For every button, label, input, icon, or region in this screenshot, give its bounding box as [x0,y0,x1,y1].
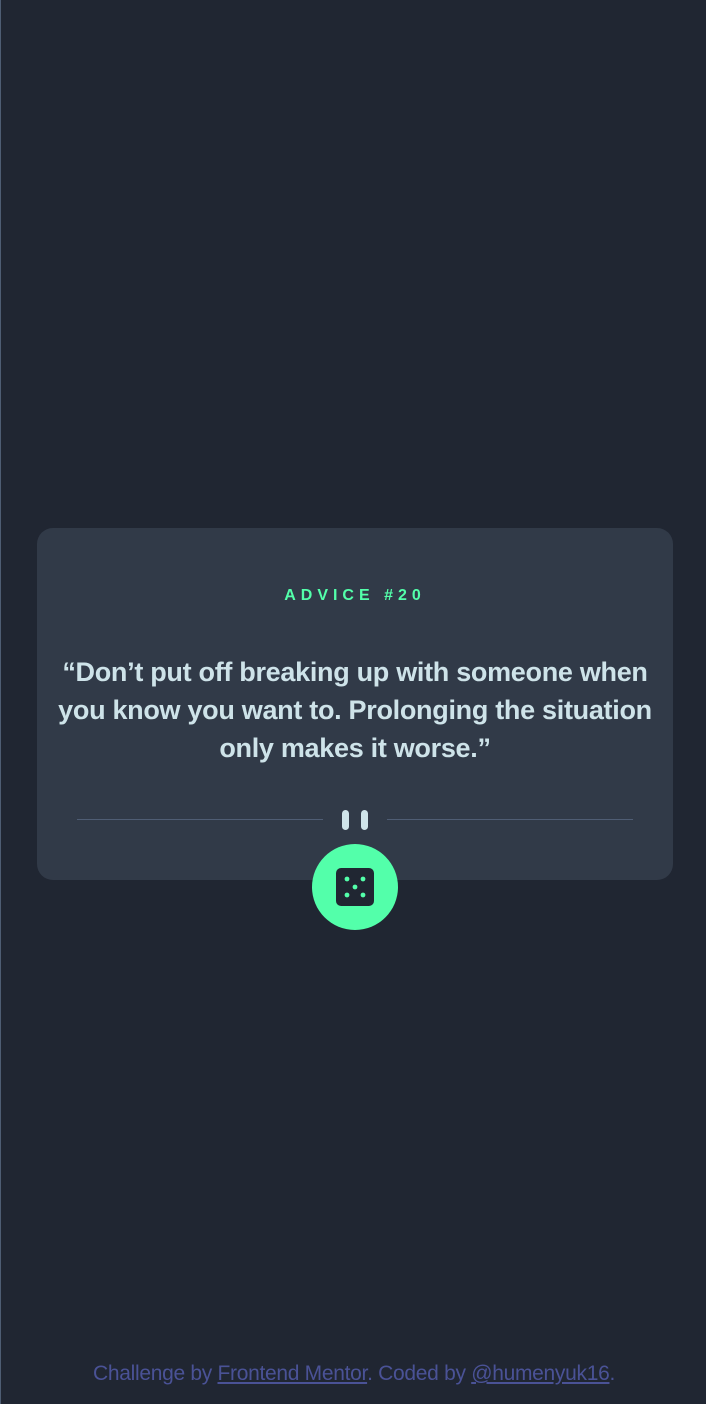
attribution-footer: Challenge by Frontend Mentor. Coded by @… [1,1360,706,1388]
pause-icon [342,810,368,830]
footer-prefix: Challenge by [92,1362,218,1385]
footer-middle: . Coded by [367,1362,472,1385]
divider [77,804,633,836]
advice-id: ADVICE #20 [284,587,426,604]
divider-line-left [77,819,323,820]
page: ADVICE #20 “Don’t put off breaking up wi… [0,0,706,1404]
generate-advice-button[interactable] [312,844,398,930]
dice-icon [336,868,374,906]
advice-quote: “Don’t put off breaking up with someone … [58,657,652,763]
divider-line-right [387,819,633,820]
footer-suffix: . [609,1362,616,1385]
frontend-mentor-link[interactable]: Frontend Mentor [218,1362,368,1385]
author-link[interactable]: @humenyuk16 [471,1362,610,1385]
